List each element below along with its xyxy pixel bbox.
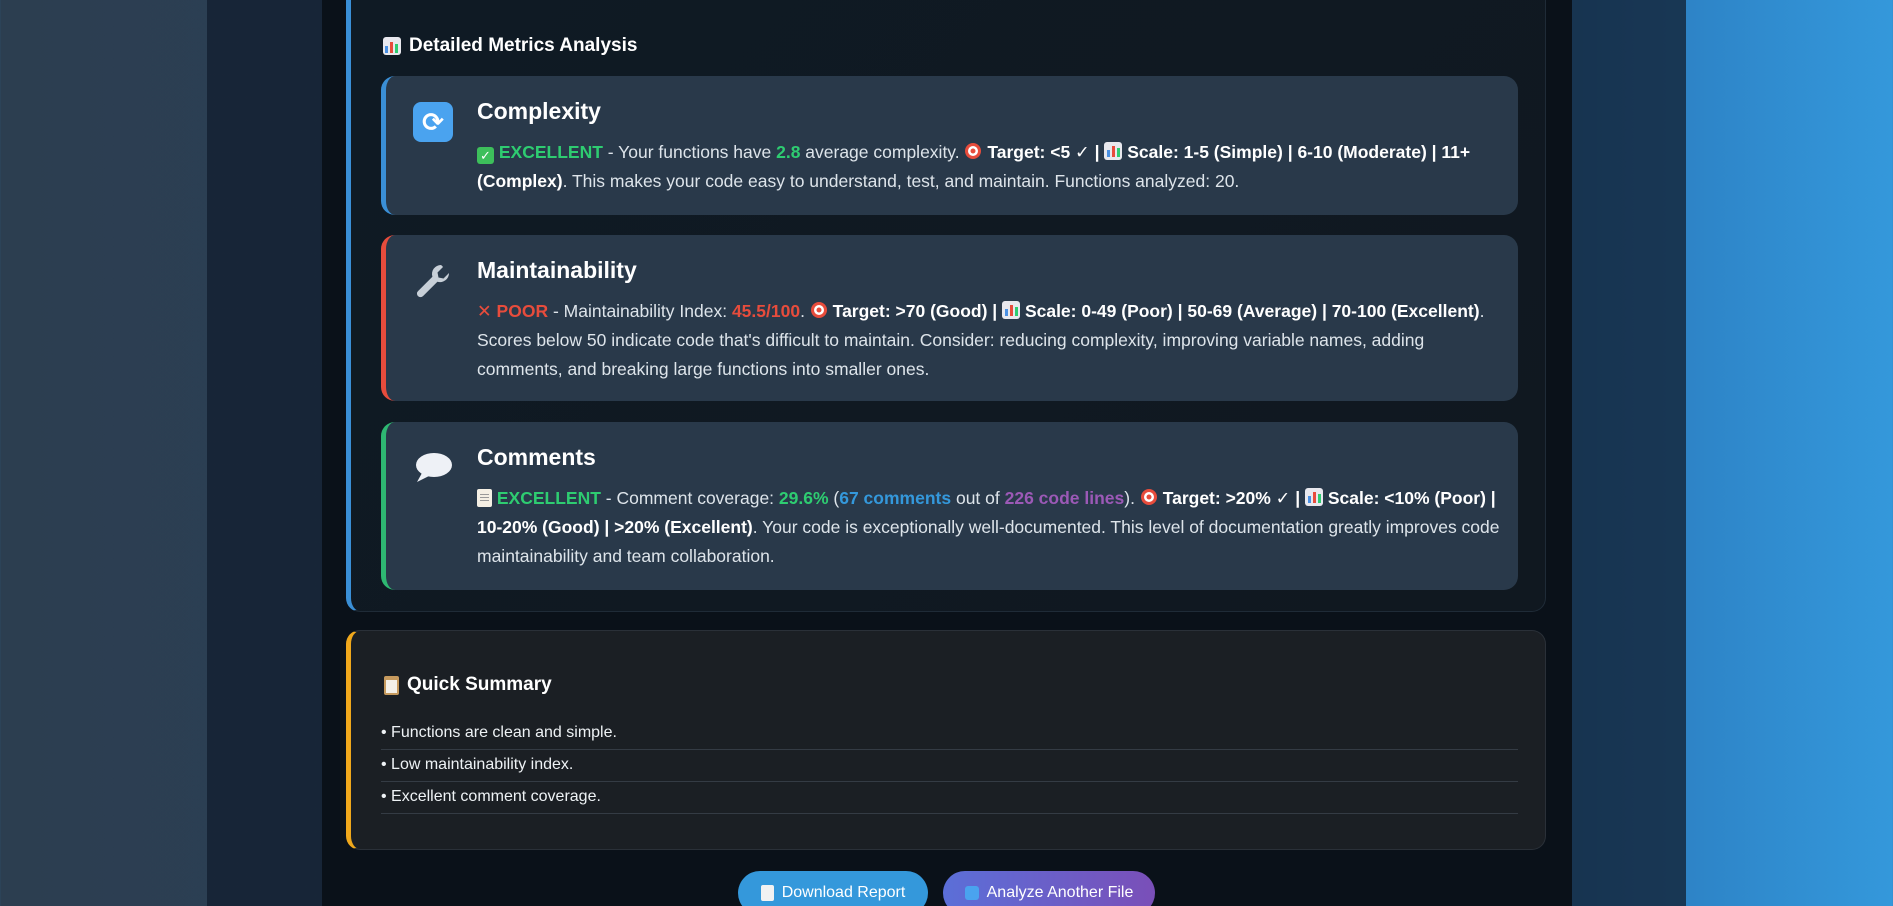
complexity-separator: |: [1089, 142, 1105, 162]
complexity-target: Target: <5 ✓: [987, 142, 1090, 162]
download-report-label: Download Report: [781, 884, 906, 901]
complexity-text-1: - Your functions have: [602, 142, 777, 162]
metrics-heading: Detailed Metrics Analysis: [383, 35, 637, 57]
target-icon: [965, 143, 982, 159]
summary-heading: Quick Summary: [384, 674, 552, 696]
complexity-title: Complexity: [477, 98, 601, 124]
complexity-value: 2.8: [776, 142, 801, 162]
refresh-icon: ⟳: [413, 102, 453, 142]
bar-chart-icon: [1104, 142, 1123, 160]
summary-item: • Low maintainability index.: [381, 750, 1518, 782]
complexity-rating: EXCELLENT: [498, 142, 603, 162]
bar-chart-icon: [1304, 488, 1323, 506]
maintainability-target: Target: >70 (Good): [832, 301, 988, 321]
cross-mark-icon: ✕: [477, 301, 492, 321]
memo-icon: [477, 489, 492, 507]
clipboard-icon: [384, 675, 399, 695]
code-lines-count: 226 code lines: [1004, 488, 1125, 508]
comments-description: EXCELLENT - Comment coverage: 29.6% (67 …: [477, 484, 1507, 571]
summary-item: • Excellent comment coverage.: [381, 782, 1518, 814]
summary-list: • Functions are clean and simple. • Low …: [381, 718, 1518, 814]
maintainability-separator: |: [987, 301, 1003, 321]
complexity-description: ✓ EXCELLENT - Your functions have 2.8 av…: [477, 138, 1507, 196]
maintainability-rating: POOR: [496, 301, 549, 321]
target-icon: [1140, 489, 1157, 505]
document-icon: [760, 885, 774, 901]
refresh-icon: [964, 886, 979, 900]
maintainability-value: 45.5/100: [731, 301, 801, 321]
comments-text-1: - Comment coverage:: [600, 488, 779, 508]
comments-card: Comments EXCELLENT - Comment coverage: 2…: [381, 422, 1518, 590]
target-icon: [810, 302, 827, 318]
metrics-heading-text: Detailed Metrics Analysis: [409, 35, 638, 56]
bar-chart-icon: [383, 37, 401, 55]
comments-text-2: (: [828, 488, 840, 508]
comments-count: 67 comments: [839, 488, 952, 508]
wrench-icon: [416, 265, 450, 298]
download-report-button[interactable]: Download Report: [738, 871, 928, 906]
analyze-another-file-button[interactable]: Analyze Another File: [943, 871, 1155, 906]
comments-target: Target: >20% ✓: [1162, 488, 1291, 508]
comments-title: Comments: [477, 444, 596, 470]
summary-heading-text: Quick Summary: [407, 674, 552, 695]
maintainability-card: Maintainability ✕ POOR - Maintainability…: [381, 235, 1518, 401]
comments-separator: |: [1290, 488, 1305, 508]
complexity-card: ⟳ Complexity ✓ EXCELLENT - Your function…: [381, 76, 1518, 215]
comments-value: 29.6%: [778, 488, 829, 508]
maintainability-title: Maintainability: [477, 257, 637, 283]
speech-bubble-icon: [416, 453, 452, 482]
complexity-text-3: . This makes your code easy to understan…: [562, 171, 1240, 191]
bar-chart-icon: [1002, 301, 1021, 319]
comments-rating: EXCELLENT: [496, 488, 601, 508]
comments-text-4: ).: [1124, 488, 1140, 508]
maintainability-text-1: - Maintainability Index:: [548, 301, 732, 321]
comments-text-3: out of: [951, 488, 1005, 508]
check-mark-icon: ✓: [477, 147, 494, 164]
maintainability-text-2: .: [800, 301, 810, 321]
summary-item: • Functions are clean and simple.: [381, 718, 1518, 750]
analyze-another-file-label: Analyze Another File: [986, 884, 1134, 901]
maintainability-description: ✕ POOR - Maintainability Index: 45.5/100…: [477, 297, 1507, 384]
maintainability-scale: Scale: 0-49 (Poor) | 50-69 (Average) | 7…: [1024, 301, 1480, 321]
complexity-text-2: average complexity.: [800, 142, 965, 162]
